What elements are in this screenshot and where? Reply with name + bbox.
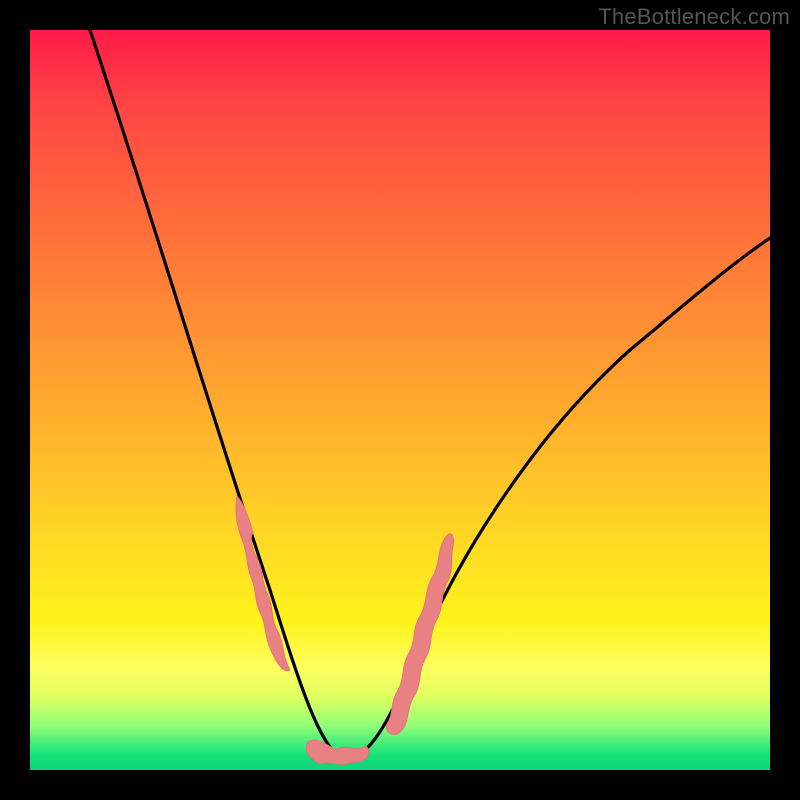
bottleneck-curve [90,30,770,760]
chart-svg [30,30,770,770]
highlight-left [236,496,290,671]
chart-plot-area [30,30,770,770]
watermark-label: TheBottleneck.com [598,4,790,30]
highlight-valley [306,740,369,764]
highlight-right [386,534,453,735]
